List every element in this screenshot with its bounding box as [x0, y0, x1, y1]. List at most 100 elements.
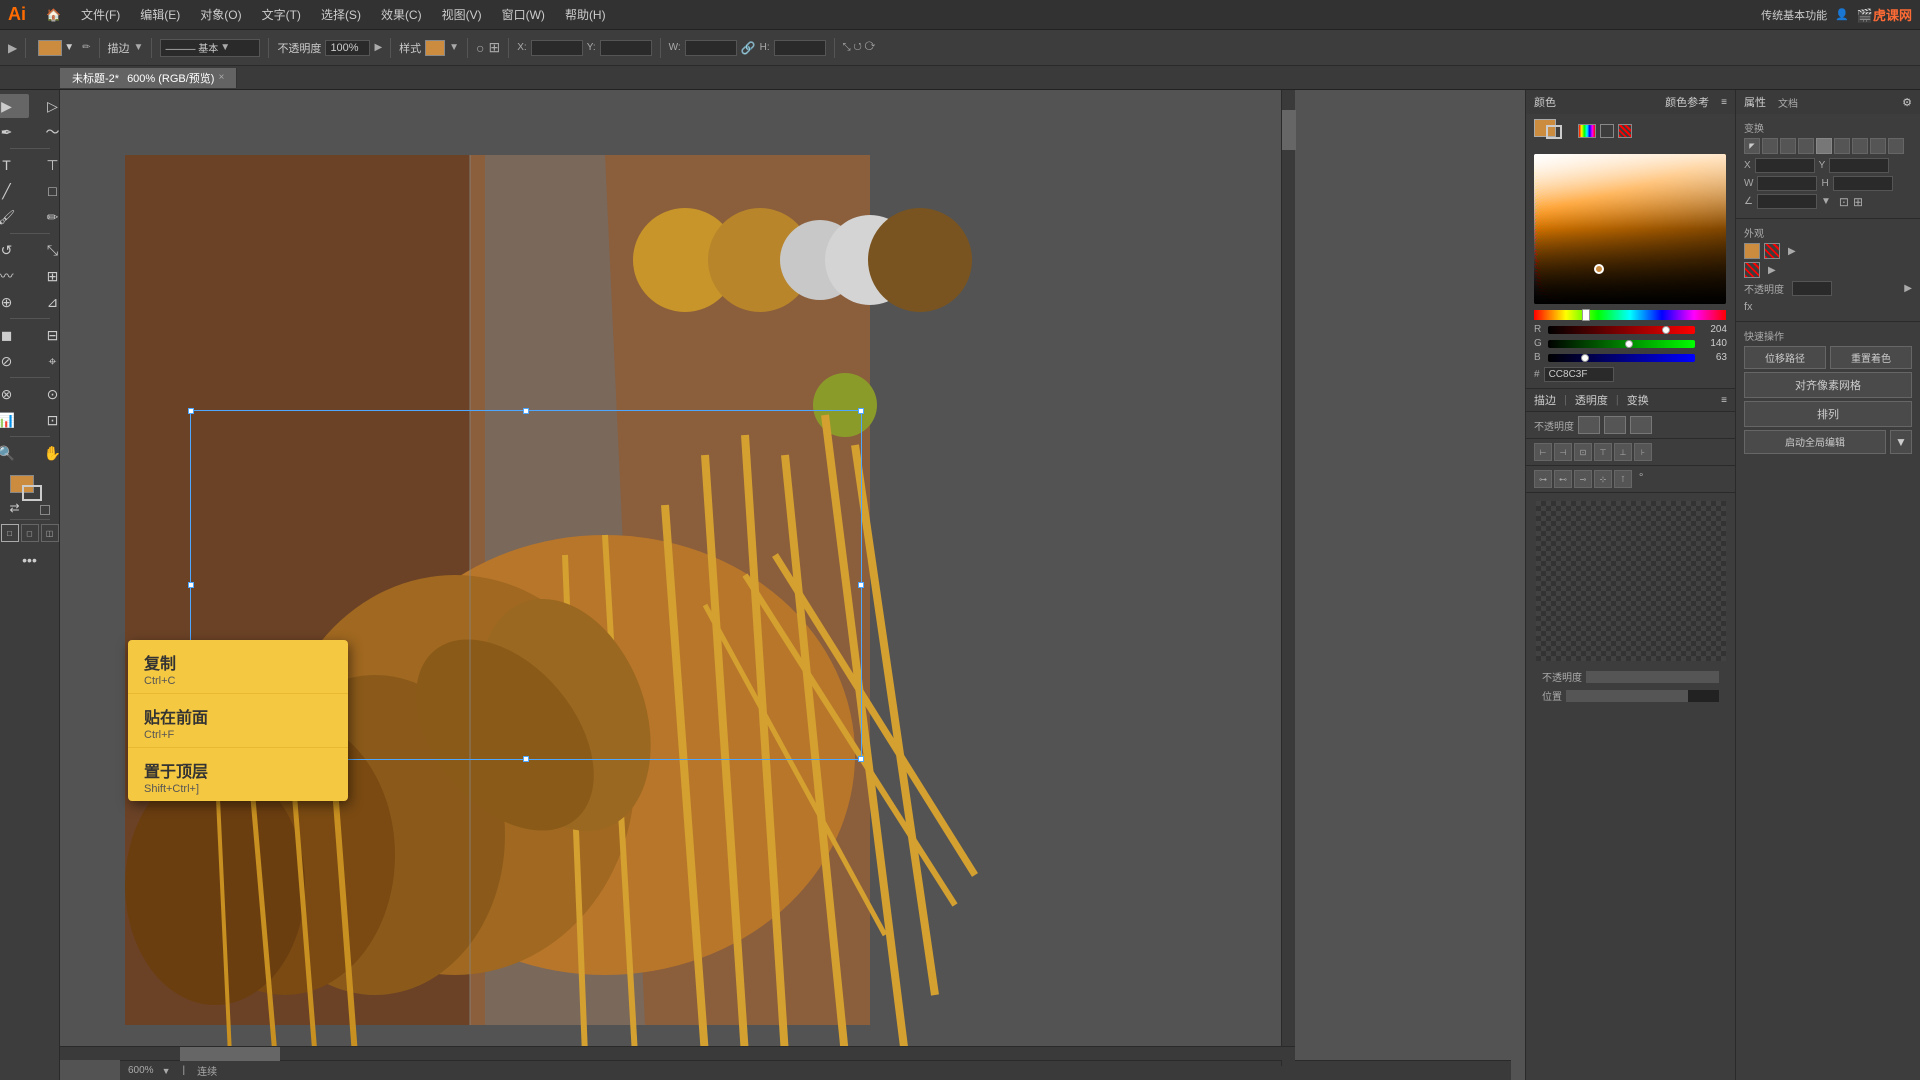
pen-tool[interactable]: ✒	[0, 120, 29, 144]
back-mode-icon[interactable]: ◻	[21, 524, 39, 542]
align-center-v-icon[interactable]: ⊥	[1614, 443, 1632, 461]
menu-view[interactable]: 视图(V)	[434, 4, 490, 25]
warp-tool[interactable]: 〰	[0, 264, 29, 288]
style-swatch[interactable]	[425, 40, 445, 56]
full-edit-dropdown[interactable]: ▼	[1890, 430, 1912, 454]
color-panel-menu[interactable]: ≡	[1721, 97, 1727, 108]
position-bar[interactable]	[1566, 690, 1719, 702]
align-tm-btn[interactable]	[1762, 138, 1778, 154]
path-offset-btn[interactable]: 位移路径	[1744, 346, 1826, 369]
eyedropper-tool[interactable]: ⊘	[0, 349, 29, 373]
opacity-arrow[interactable]: ▶	[374, 42, 382, 53]
dist-v-icon[interactable]: ⊷	[1554, 470, 1572, 488]
type-btn-1[interactable]	[1578, 416, 1600, 434]
stroke-weight-input[interactable]: ——— 基本 ▼	[160, 39, 260, 57]
dist-extra-icon[interactable]: ∘	[1638, 470, 1644, 488]
shape-builder-tool[interactable]: ⊕	[0, 290, 29, 314]
g-slider[interactable]	[1548, 340, 1695, 348]
align-left-icon[interactable]: ⊢	[1534, 443, 1552, 461]
align-mm-btn[interactable]	[1816, 138, 1832, 154]
align-top-icon[interactable]: ⊤	[1594, 443, 1612, 461]
align-tr-btn[interactable]	[1780, 138, 1796, 154]
type-btn-3[interactable]	[1630, 416, 1652, 434]
hue-slider[interactable]	[1534, 310, 1726, 320]
column-chart-tool[interactable]: 📊	[0, 408, 29, 432]
opacity-bar[interactable]	[1586, 671, 1719, 683]
draw-mode-dropdown[interactable]: ▼	[134, 42, 144, 53]
sort-btn[interactable]: 排列	[1744, 401, 1912, 427]
menu-home[interactable]: 🏠	[38, 6, 69, 24]
menu-file[interactable]: 文件(F)	[73, 4, 128, 25]
canvas-area[interactable]: 复制 Ctrl+C 贴在前面 Ctrl+F 置于顶层 Shift+Ctrl+] …	[60, 90, 1525, 1080]
opacity-input[interactable]	[325, 40, 370, 56]
panels-row-menu[interactable]: ≡	[1721, 395, 1727, 406]
align-bottom-icon[interactable]: ⊦	[1634, 443, 1652, 461]
align-br-btn[interactable]	[1888, 138, 1904, 154]
menu-object[interactable]: 对象(O)	[192, 4, 249, 25]
align-tl-btn[interactable]: ◤	[1744, 138, 1760, 154]
context-menu-copy[interactable]: 复制 Ctrl+C	[128, 640, 348, 694]
fill-none-indicator[interactable]	[1764, 243, 1780, 259]
user-icon[interactable]: 👤	[1835, 8, 1849, 21]
blend-tool[interactable]: ⊗	[0, 382, 29, 406]
menu-effect[interactable]: 效果(C)	[373, 4, 430, 25]
x-prop-input[interactable]: 285.239	[1755, 158, 1815, 173]
zoom-tool[interactable]: 🔍	[0, 441, 29, 465]
type-btn-2[interactable]	[1604, 416, 1626, 434]
h-input[interactable]: 51.031 px	[774, 40, 826, 56]
inside-mode-icon[interactable]: ◫	[41, 524, 59, 542]
props-gear-icon[interactable]: ⚙	[1902, 96, 1912, 109]
none-mode-btn[interactable]	[1618, 124, 1632, 138]
reset-color-btn[interactable]: 重置着色	[1830, 346, 1912, 369]
normal-mode-icon[interactable]: □	[1, 524, 19, 542]
align-bl-btn[interactable]	[1852, 138, 1868, 154]
text-tool[interactable]: T	[0, 153, 29, 177]
fill-icon[interactable]	[1744, 243, 1760, 259]
x-input[interactable]: 285.239	[531, 40, 583, 56]
select-tool[interactable]: ▶	[0, 94, 29, 118]
color-mode-btn[interactable]	[1578, 124, 1596, 138]
dist-h-icon[interactable]: ⊶	[1534, 470, 1552, 488]
align-center-h-icon[interactable]: ⊣	[1554, 443, 1572, 461]
menu-help[interactable]: 帮助(H)	[557, 4, 614, 25]
context-menu-bring-top[interactable]: 置于顶层 Shift+Ctrl+]	[128, 748, 348, 801]
menu-select[interactable]: 选择(S)	[313, 4, 369, 25]
align-right-icon[interactable]: ⊡	[1574, 443, 1592, 461]
zoom-dropdown[interactable]: ▼	[162, 1066, 171, 1076]
tab-close-btn[interactable]: ×	[218, 72, 224, 83]
opacity-prop-input[interactable]: 100%	[1792, 281, 1832, 296]
rotate-tool[interactable]: ↺	[0, 238, 29, 262]
r-slider[interactable]	[1548, 326, 1695, 334]
opacity-expand[interactable]: ▶	[1904, 283, 1912, 294]
stroke-swatch[interactable]: ▼	[34, 38, 78, 58]
zoom-value[interactable]: 600%	[128, 1065, 154, 1076]
fx-btn[interactable]: fx	[1744, 299, 1912, 315]
stroke-color-swatch[interactable]	[22, 485, 42, 501]
menu-edit[interactable]: 编辑(E)	[132, 4, 188, 25]
gradient-tool[interactable]: ◼	[0, 323, 29, 347]
stroke-expand-icon[interactable]: ▶	[1768, 265, 1776, 276]
angle-dropdown[interactable]: ▼	[1821, 196, 1831, 207]
color-picker-gradient[interactable]	[1534, 154, 1726, 304]
align-grid-btn[interactable]: 对齐像素网格	[1744, 372, 1912, 398]
y-input[interactable]: 333.826	[600, 40, 652, 56]
dist-3-icon[interactable]: ⊹	[1594, 470, 1612, 488]
align-ml-btn[interactable]	[1798, 138, 1814, 154]
context-menu-paste-front[interactable]: 贴在前面 Ctrl+F	[128, 694, 348, 748]
full-edit-btn[interactable]: 启动全局编辑	[1744, 430, 1886, 454]
menu-window[interactable]: 窗口(W)	[494, 4, 553, 25]
paintbrush-tool[interactable]: 🖌	[0, 205, 29, 229]
h-scrollbar[interactable]	[60, 1046, 1295, 1060]
none-color-icon[interactable]	[40, 505, 50, 515]
menu-text[interactable]: 文字(T)	[254, 4, 309, 25]
dist-4-icon[interactable]: ⊺	[1614, 470, 1632, 488]
lock-icon[interactable]: 🔗	[741, 41, 756, 55]
more-tools-btn[interactable]: •••	[8, 548, 52, 572]
hex-input[interactable]	[1544, 367, 1614, 382]
v-scrollbar[interactable]	[1281, 90, 1295, 1066]
dist-2-icon[interactable]: ⊸	[1574, 470, 1592, 488]
stroke-none-swatch[interactable]	[1744, 262, 1760, 278]
w-prop-input[interactable]: 333.826	[1757, 176, 1817, 191]
mode-selector[interactable]: 传统基本功能	[1761, 7, 1827, 23]
style-dropdown[interactable]: ▼	[449, 42, 459, 53]
